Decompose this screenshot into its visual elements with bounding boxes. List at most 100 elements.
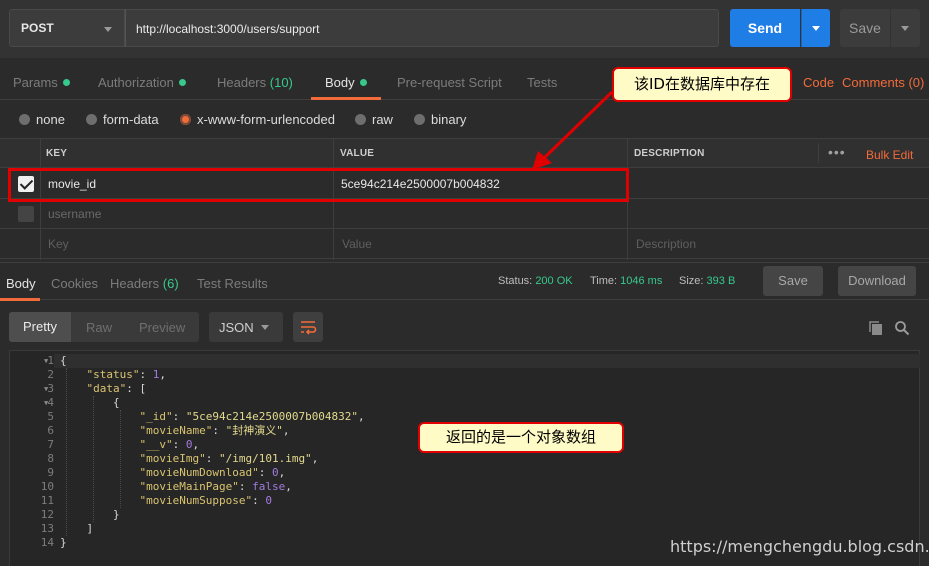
radio-icon: [19, 114, 30, 125]
send-options-button[interactable]: [801, 9, 830, 47]
view-mode-segmented-control: Pretty Raw Preview: [9, 312, 199, 342]
watermark-text: https://mengchengdu.blog.csdn.net: [670, 537, 929, 556]
column-header-description: DESCRIPTION: [634, 148, 705, 159]
row-checkbox[interactable]: [18, 206, 34, 222]
response-headers-count: (6): [162, 276, 179, 291]
status-readout: Status: 200 OK: [498, 275, 573, 287]
callout-id-exists: 该ID在数据库中存在: [612, 67, 792, 102]
response-bar: Body Cookies Headers (6) Test Results St…: [0, 262, 929, 301]
radio-selected-icon: [180, 114, 191, 125]
radio-form-data[interactable]: form-data: [86, 112, 159, 127]
line-number: 9: [47, 466, 54, 479]
line-number: 8: [47, 452, 54, 465]
code-line: "movieMainPage": false,: [139, 480, 292, 493]
code-link[interactable]: Code: [803, 75, 834, 90]
url-input[interactable]: http://localhost:3000/users/support: [125, 9, 719, 47]
active-tab-indicator: [311, 97, 381, 100]
size-readout: Size: 393 B: [679, 275, 736, 287]
time-readout: Time: 1046 ms: [590, 275, 663, 287]
line-number: 6: [47, 424, 54, 437]
response-tab-cookies[interactable]: Cookies: [51, 276, 98, 291]
headers-count: (10): [269, 75, 293, 90]
save-request-button[interactable]: Save: [840, 9, 890, 47]
radio-none[interactable]: none: [19, 112, 65, 127]
fold-arrow-icon: ▼: [44, 399, 49, 407]
tab-pre-request-script[interactable]: Pre-request Script: [397, 75, 502, 90]
line-number: 2: [47, 368, 54, 381]
save-options-button[interactable]: [891, 9, 920, 47]
radio-binary[interactable]: binary: [414, 112, 466, 127]
new-description-input[interactable]: Description: [636, 237, 696, 251]
wrap-lines-icon: [301, 321, 317, 335]
status-dot-icon: [178, 79, 186, 86]
tab-body[interactable]: Body: [325, 75, 367, 90]
search-icon[interactable]: [894, 320, 910, 336]
radio-icon: [355, 114, 366, 125]
line-number: 4 ▼: [44, 396, 54, 409]
line-number: 3 ▼: [44, 382, 54, 395]
radio-icon: [414, 114, 425, 125]
param-key[interactable]: username: [48, 207, 101, 221]
line-number: 1 ▼: [44, 354, 54, 367]
format-select[interactable]: JSON: [209, 312, 283, 342]
send-button[interactable]: Send: [730, 9, 800, 47]
indent-guide: [93, 396, 94, 522]
column-header-value: VALUE: [340, 148, 375, 159]
code-line: "data": [: [86, 382, 147, 395]
active-tab-indicator: [0, 298, 40, 301]
chevron-down-icon: [812, 26, 820, 31]
code-line: }: [60, 508, 120, 521]
more-options-icon[interactable]: •••: [828, 144, 846, 160]
new-key-input[interactable]: Key: [48, 237, 69, 251]
column-header-key: KEY: [46, 148, 68, 159]
view-mode-pretty[interactable]: Pretty: [9, 312, 71, 342]
line-number: 12: [40, 508, 54, 521]
line-number: 7: [47, 438, 54, 451]
line-number: 11: [40, 494, 54, 507]
radio-x-www-form-urlencoded[interactable]: x-www-form-urlencoded: [180, 112, 335, 127]
method-label: POST: [21, 21, 54, 35]
format-label: JSON: [219, 320, 254, 335]
status-dot-icon: [62, 79, 70, 86]
code-line: {: [60, 396, 120, 409]
save-response-button[interactable]: Save: [763, 266, 823, 296]
callout-object-array: 返回的是一个对象数组: [418, 422, 624, 453]
code-line: "movieName": "封神演义",: [139, 424, 290, 437]
bulk-edit-link[interactable]: Bulk Edit: [866, 148, 913, 162]
code-line: "movieNumSuppose": 0: [139, 494, 272, 507]
view-mode-preview[interactable]: Preview: [139, 320, 185, 335]
request-bar: POST http://localhost:3000/users/support…: [0, 0, 929, 58]
new-value-input[interactable]: Value: [342, 237, 372, 251]
code-line: "__v": 0,: [139, 438, 200, 451]
response-tab-headers[interactable]: Headers (6): [110, 276, 179, 291]
code-line: ]: [60, 522, 94, 535]
wrap-lines-button[interactable]: [293, 312, 323, 342]
line-number: 14: [40, 536, 54, 549]
table-row-new: Key Value Description: [0, 229, 929, 259]
body-type-selector: none form-data x-www-form-urlencoded raw…: [0, 104, 929, 134]
size-value: 393 B: [706, 275, 736, 287]
tab-authorization[interactable]: Authorization: [98, 75, 186, 90]
table-row: username: [0, 199, 929, 229]
tab-params[interactable]: Params: [13, 75, 70, 90]
chevron-down-icon: [104, 27, 112, 32]
response-tab-test-results[interactable]: Test Results: [197, 276, 268, 291]
line-number: 13: [40, 522, 54, 535]
response-viewer-toolbar: Pretty Raw Preview JSON: [0, 304, 929, 348]
copy-icon[interactable]: [868, 320, 884, 336]
time-value: 1046 ms: [620, 275, 663, 287]
radio-raw[interactable]: raw: [355, 112, 393, 127]
arrow-icon: [532, 90, 614, 170]
response-body-viewer[interactable]: 1 ▼{2 "status": 1, 3 ▼ "data": [4 ▼ {5 "_id"…: [9, 350, 920, 566]
tab-headers[interactable]: Headers (10): [217, 75, 293, 90]
comments-link[interactable]: Comments (0): [842, 75, 924, 90]
radio-icon: [86, 114, 97, 125]
download-button[interactable]: Download: [838, 266, 916, 296]
method-select[interactable]: POST: [9, 9, 125, 47]
line-number: 10: [40, 480, 54, 493]
indent-guide: [120, 410, 121, 508]
status-dot-icon: [359, 79, 367, 86]
code-line: "movieImg": "/img/101.img",: [139, 452, 319, 465]
response-tab-body[interactable]: Body: [6, 276, 36, 291]
view-mode-raw[interactable]: Raw: [86, 320, 112, 335]
